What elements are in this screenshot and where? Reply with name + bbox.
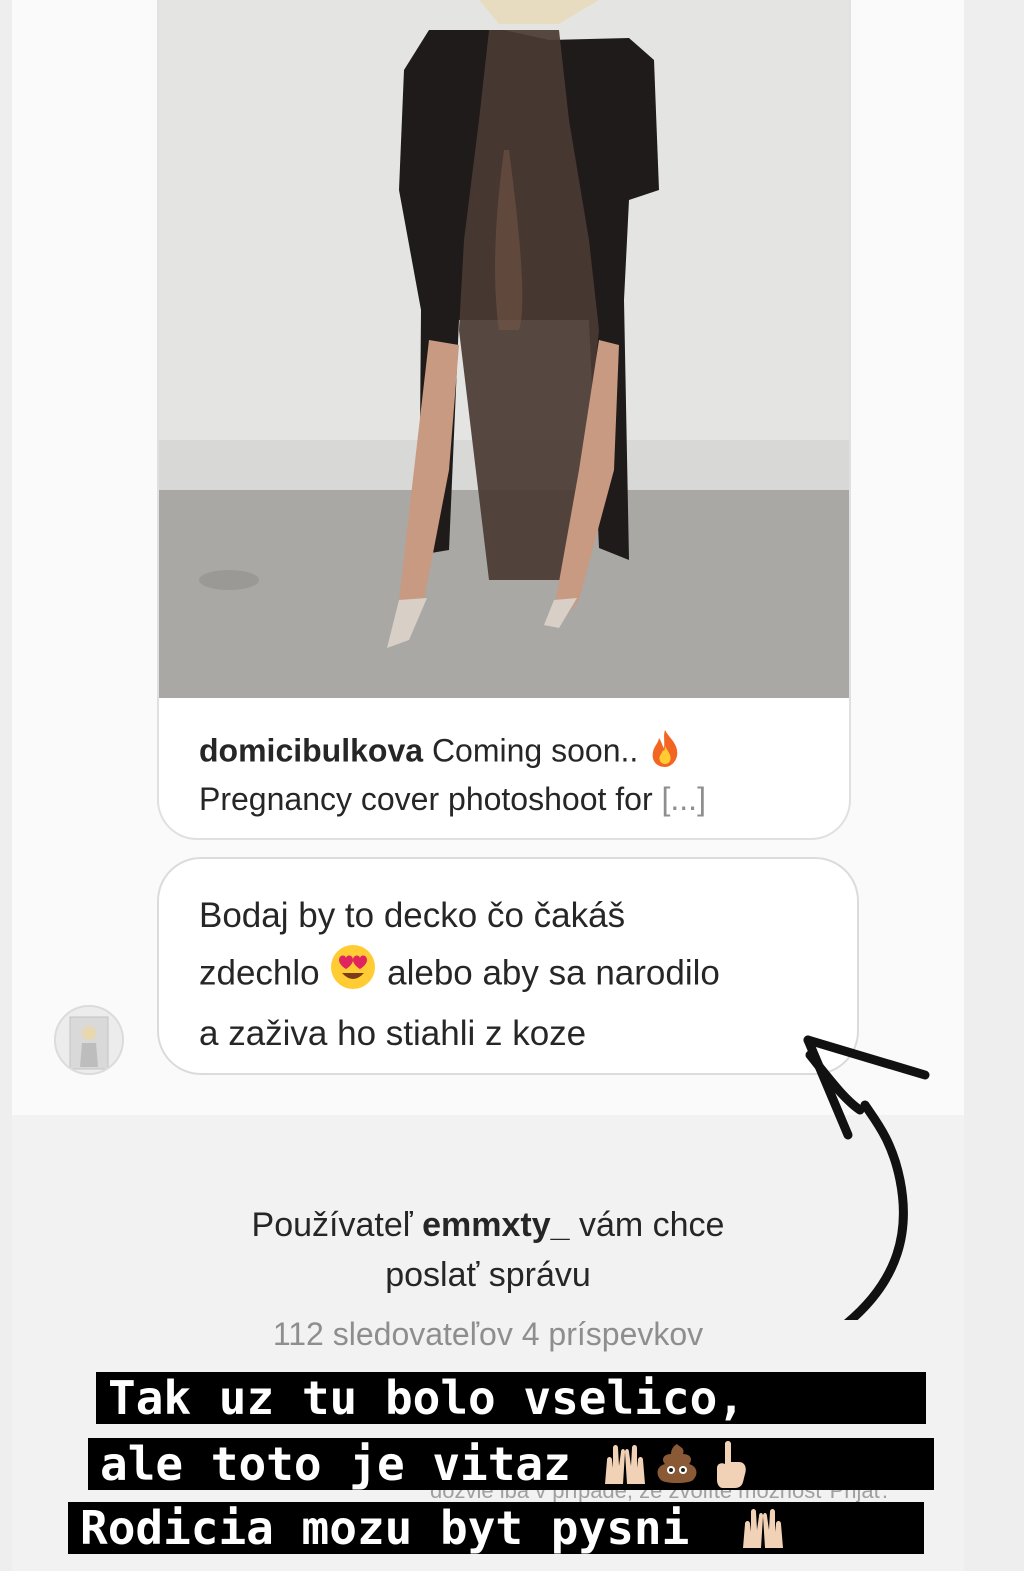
raised-hands-icon xyxy=(599,1438,651,1490)
message-line3: a zaživa ho stiahli z koze xyxy=(199,1014,587,1053)
overlay-text-1: Tak uz tu bolo vselico, xyxy=(108,1372,745,1424)
post-caption-line1: Coming soon.. xyxy=(431,732,639,769)
shared-post-card[interactable]: domicibulkova Coming soon.. Pregnancy co… xyxy=(157,0,851,840)
caption-more-link[interactable]: [...] xyxy=(662,781,706,817)
sender-avatar[interactable] xyxy=(54,1005,124,1075)
poop-icon xyxy=(651,1438,703,1490)
message-text: Bodaj by to decko čo čakáš zdechlo alebo… xyxy=(199,889,839,1061)
drawn-arrow-icon xyxy=(803,1035,930,1320)
message-line2b: alebo aby sa narodilo xyxy=(387,953,720,993)
heart-eyes-icon xyxy=(329,943,377,1007)
post-caption-line2: Pregnancy cover photoshoot for xyxy=(199,781,653,817)
overlay-text-3: Rodicia mozu byt pysni xyxy=(80,1502,690,1554)
post-caption[interactable]: domicibulkova Coming soon.. Pregnancy co… xyxy=(199,728,819,820)
request-line2: poslať správu xyxy=(385,1256,591,1294)
raised-hands-icon xyxy=(737,1502,789,1554)
overlay-line-3: Rodicia mozu byt pysni xyxy=(68,1502,924,1554)
overlay-text-2: ale toto je vitaz xyxy=(100,1438,571,1490)
message-line1: Bodaj by to decko čo čakáš xyxy=(199,896,626,935)
overlay-line-2: ale toto je vitaz xyxy=(88,1438,934,1490)
overlay-line-1: Tak uz tu bolo vselico, xyxy=(96,1372,926,1424)
post-username[interactable]: domicibulkova xyxy=(199,732,423,768)
request-handle[interactable]: emmxty_ xyxy=(422,1206,569,1244)
message-bubble[interactable]: Bodaj by to decko čo čakáš zdechlo alebo… xyxy=(157,857,859,1075)
message-line2a: zdechlo xyxy=(199,953,320,993)
fire-icon xyxy=(647,728,683,778)
pointing-up-icon xyxy=(703,1438,755,1490)
request-suffix: vám chce xyxy=(578,1206,725,1244)
post-photo[interactable] xyxy=(159,0,849,698)
request-prefix: Používateľ xyxy=(251,1206,413,1244)
